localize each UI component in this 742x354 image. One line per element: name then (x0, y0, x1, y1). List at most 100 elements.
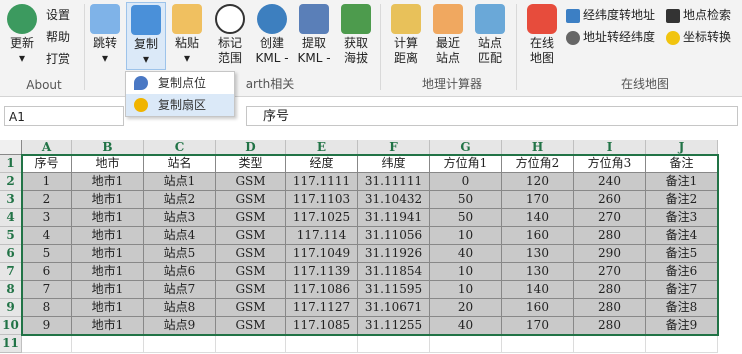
copy-point-item[interactable]: 复制点位 (126, 72, 234, 94)
place-search-item[interactable]: 地点检索 (666, 6, 731, 24)
name-box[interactable]: A1 (4, 106, 124, 126)
table-cell[interactable]: 站点9 (144, 317, 216, 335)
coord-convert-item[interactable]: 坐标转换 (666, 28, 731, 46)
table-cell[interactable]: 备注5 (646, 245, 718, 263)
table-header-cell[interactable]: 方位角3 (574, 155, 646, 173)
table-cell[interactable]: 备注6 (646, 263, 718, 281)
table-cell[interactable]: 地市1 (72, 317, 144, 335)
table-cell[interactable]: 280 (574, 317, 646, 335)
table-cell[interactable] (216, 335, 286, 353)
get-elevation-button[interactable]: 获取 海拔 (338, 4, 374, 66)
table-cell[interactable]: 117.1085 (286, 317, 358, 335)
table-cell[interactable]: 备注8 (646, 299, 718, 317)
table-cell[interactable] (430, 335, 502, 353)
table-cell[interactable]: 站点5 (144, 245, 216, 263)
table-cell[interactable]: 31.11255 (358, 317, 430, 335)
table-cell[interactable]: 117.1139 (286, 263, 358, 281)
table-cell[interactable]: 站点4 (144, 227, 216, 245)
table-cell[interactable]: 117.1127 (286, 299, 358, 317)
table-header-cell[interactable]: 地市 (72, 155, 144, 173)
row-header-8[interactable]: 8 (0, 281, 22, 299)
table-cell[interactable]: 地市1 (72, 209, 144, 227)
table-cell[interactable] (358, 335, 430, 353)
table-cell[interactable]: 站点3 (144, 209, 216, 227)
calc-distance-button[interactable]: 计算 距离 (388, 4, 424, 66)
update-button[interactable]: 更新 ▾ (6, 4, 38, 66)
table-cell[interactable]: 2 (22, 191, 72, 209)
table-cell[interactable]: GSM (216, 263, 286, 281)
table-cell[interactable]: GSM (216, 299, 286, 317)
table-cell[interactable]: 140 (502, 209, 574, 227)
table-cell[interactable]: 120 (502, 173, 574, 191)
table-cell[interactable]: 备注3 (646, 209, 718, 227)
table-header-cell[interactable]: 序号 (22, 155, 72, 173)
table-cell[interactable]: 8 (22, 299, 72, 317)
donate-item[interactable]: 打赏 (46, 50, 70, 68)
table-cell[interactable]: 站点7 (144, 281, 216, 299)
latlng-to-address-item[interactable]: 经纬度转地址 (566, 6, 655, 24)
column-header-c[interactable]: C (144, 140, 216, 155)
row-header-1[interactable]: 1 (0, 155, 22, 173)
table-cell[interactable]: 备注4 (646, 227, 718, 245)
table-cell[interactable]: 270 (574, 263, 646, 281)
table-cell[interactable] (144, 335, 216, 353)
table-cell[interactable]: 6 (22, 263, 72, 281)
table-cell[interactable]: 160 (502, 227, 574, 245)
table-cell[interactable]: 280 (574, 227, 646, 245)
table-cell[interactable]: 170 (502, 317, 574, 335)
table-cell[interactable]: 260 (574, 191, 646, 209)
table-cell[interactable]: 31.11056 (358, 227, 430, 245)
table-cell[interactable] (22, 335, 72, 353)
column-header-e[interactable]: E (286, 140, 358, 155)
table-cell[interactable]: 50 (430, 209, 502, 227)
table-header-cell[interactable]: 类型 (216, 155, 286, 173)
table-cell[interactable]: 0 (430, 173, 502, 191)
table-cell[interactable] (574, 335, 646, 353)
copy-button[interactable]: 复制 ▾ (126, 2, 166, 70)
table-cell[interactable]: 地市1 (72, 173, 144, 191)
table-cell[interactable]: 117.1049 (286, 245, 358, 263)
table-cell[interactable]: 31.11111 (358, 173, 430, 191)
row-header-10[interactable]: 10 (0, 317, 22, 335)
table-cell[interactable]: 1 (22, 173, 72, 191)
column-header-d[interactable]: D (216, 140, 286, 155)
column-header-a[interactable]: A (22, 140, 72, 155)
table-cell[interactable]: 290 (574, 245, 646, 263)
table-cell[interactable]: 10 (430, 227, 502, 245)
row-header-3[interactable]: 3 (0, 191, 22, 209)
table-cell[interactable]: 140 (502, 281, 574, 299)
table-cell[interactable]: 备注2 (646, 191, 718, 209)
table-cell[interactable]: 160 (502, 299, 574, 317)
table-cell[interactable]: 站点1 (144, 173, 216, 191)
table-cell[interactable]: 130 (502, 263, 574, 281)
table-cell[interactable]: GSM (216, 191, 286, 209)
table-cell[interactable]: GSM (216, 173, 286, 191)
row-header-5[interactable]: 5 (0, 227, 22, 245)
select-all-corner[interactable] (0, 140, 22, 155)
column-header-b[interactable]: B (72, 140, 144, 155)
help-item[interactable]: 帮助 (46, 28, 70, 46)
table-header-cell[interactable]: 纬度 (358, 155, 430, 173)
table-cell[interactable]: 站点8 (144, 299, 216, 317)
table-cell[interactable]: GSM (216, 281, 286, 299)
table-cell[interactable]: 地市1 (72, 299, 144, 317)
table-cell[interactable]: 170 (502, 191, 574, 209)
table-cell[interactable]: 地市1 (72, 191, 144, 209)
table-cell[interactable]: 站点6 (144, 263, 216, 281)
table-cell[interactable]: GSM (216, 209, 286, 227)
table-cell[interactable]: 117.114 (286, 227, 358, 245)
jump-button[interactable]: 跳转 ▾ (88, 4, 122, 66)
online-map-button[interactable]: 在线 地图 (524, 4, 560, 66)
table-cell[interactable]: GSM (216, 227, 286, 245)
table-cell[interactable]: 备注9 (646, 317, 718, 335)
row-header-7[interactable]: 7 (0, 263, 22, 281)
table-cell[interactable] (286, 335, 358, 353)
table-cell[interactable]: 备注7 (646, 281, 718, 299)
create-kml-button[interactable]: 创建 KML - (252, 4, 292, 66)
table-cell[interactable] (502, 335, 574, 353)
row-header-9[interactable]: 9 (0, 299, 22, 317)
nearest-site-button[interactable]: 最近 站点 (430, 4, 466, 66)
column-header-g[interactable]: G (430, 140, 502, 155)
table-cell[interactable]: 站点2 (144, 191, 216, 209)
table-cell[interactable]: 地市1 (72, 281, 144, 299)
